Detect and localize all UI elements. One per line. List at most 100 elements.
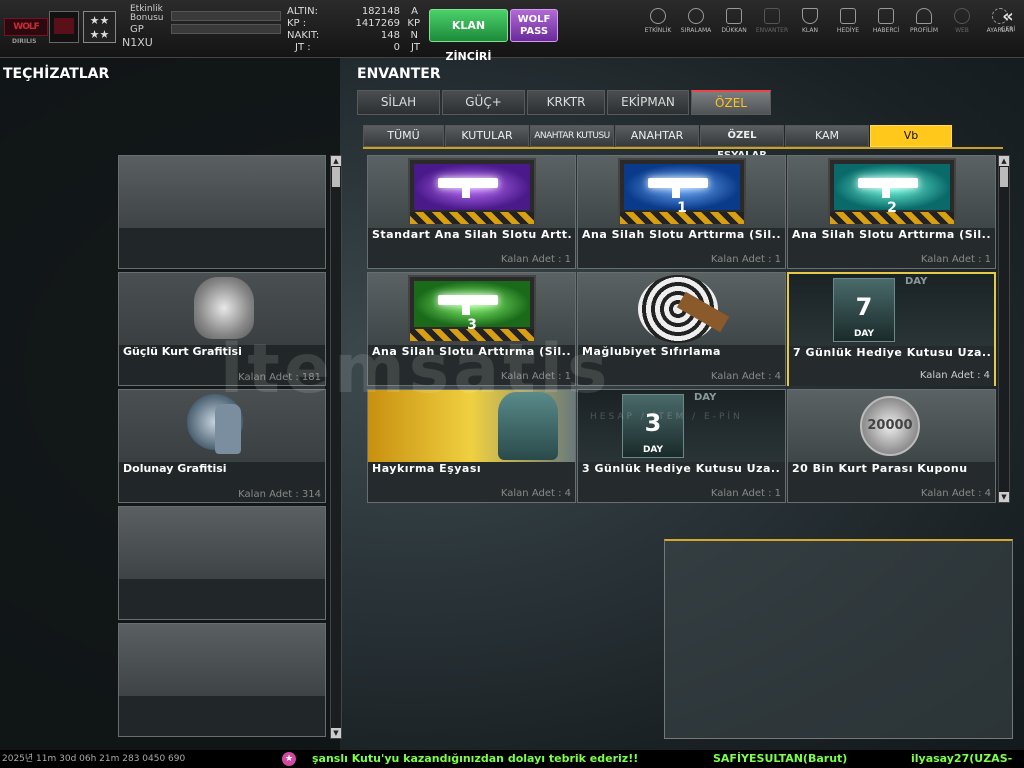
currency-value: 1417269 — [355, 18, 400, 29]
inventory-scrollbar[interactable]: ▲ ▼ — [998, 155, 1010, 503]
ticker-timestamp: 2025년 11m 30d 06h 21m 283 0450 690 — [2, 754, 186, 764]
wolf-pass-button[interactable]: WOLF PASS — [510, 9, 558, 42]
nav-profilim[interactable]: PROFİLİM — [906, 8, 942, 48]
nav-haberci[interactable]: HABERCİ — [868, 8, 904, 48]
item-image: 1 — [578, 156, 785, 228]
currency-value: 0 — [393, 42, 400, 53]
ticker-user: SAFİYESULTAN(Barut) — [713, 752, 848, 765]
equipment-slot[interactable]: Güçlü Kurt Grafitisi Kalan Adet : 181 — [118, 272, 326, 386]
equipment-slot[interactable] — [118, 506, 326, 620]
item-detail-panel — [664, 539, 1013, 739]
tab-label: EKİPMAN — [621, 95, 675, 109]
inventory-item[interactable]: 3 DAY DAY 3 Günlük Hediye Kutusu Uza... … — [577, 389, 786, 503]
inventory-item[interactable]: 1 Ana Silah Slotu Arttırma (Sil... Kalan… — [577, 155, 786, 269]
inventory-item[interactable]: Mağlubiyet Sıfırlama Kalan Adet : 4 — [577, 272, 786, 386]
medal-icon — [688, 8, 704, 24]
etkinlik-bonus-bar — [171, 11, 281, 21]
day-label: DAY — [642, 445, 664, 455]
inventory-item[interactable]: 20000 20 Bin Kurt Parası Kuponu Kalan Ad… — [787, 389, 996, 503]
scroll-down-icon[interactable]: ▼ — [999, 492, 1009, 502]
ticker-message: şanslı Kutu'yu kazandığınızdan dolayı te… — [312, 752, 639, 765]
subtab-ozel-esyalar[interactable]: ÖZEL EŞYALAR — [700, 125, 784, 161]
inventory-icon — [764, 8, 780, 24]
subtab-anahtar[interactable]: ANAHTAR — [615, 125, 699, 147]
scroll-thumb[interactable] — [1000, 167, 1008, 187]
gift-box-7-image: 7 DAY — [833, 278, 895, 342]
gp-bar — [171, 24, 281, 34]
nav-hediye[interactable]: HEDİYE — [830, 8, 866, 48]
nav-envanter[interactable]: ENVANTER — [754, 8, 790, 48]
inventory-item[interactable]: Standart Ana Silah Slotu Artt... Kalan A… — [367, 155, 576, 269]
subtab-vb[interactable]: Vb — [870, 125, 952, 147]
item-number: 7 — [855, 293, 873, 321]
slot-qty: Kalan Adet : 314 — [238, 489, 321, 500]
profile-icon — [916, 8, 932, 24]
news-ticker: 2025년 11m 30d 06h 21m 283 0450 690 ★ şan… — [0, 750, 1024, 768]
nav-siralama[interactable]: SIRALAMA — [678, 8, 714, 48]
klan-zinciri-button[interactable]: KLAN ZİNCİRİ — [429, 9, 508, 63]
rank-badge: ★★ ★★ — [83, 11, 116, 43]
currency-panel: ALTIN: 182148 A KP : 1417269 KP NAKIT: 148 N J… — [287, 6, 422, 54]
nav-klan[interactable]: KLAN — [792, 8, 828, 48]
scroll-up-icon[interactable]: ▲ — [331, 156, 341, 166]
item-image — [368, 390, 575, 462]
scroll-up-icon[interactable]: ▲ — [999, 156, 1009, 166]
item-name: Ana Silah Slotu Arttırma (Sil... — [372, 345, 571, 358]
tab-guc[interactable]: GÜÇ+ — [442, 90, 525, 115]
clan-emblem[interactable] — [49, 11, 79, 43]
techizatlar-title: TEÇHİZATLAR — [3, 66, 110, 82]
scroll-down-icon[interactable]: ▼ — [331, 728, 341, 738]
item-name: 20 Bin Kurt Parası Kuponu — [792, 462, 968, 475]
nav-etkinlik[interactable]: ETKİNLİK — [640, 8, 676, 48]
subtab-kam[interactable]: KAM — [785, 125, 869, 147]
currency-unit: JT — [410, 42, 420, 53]
stopwatch-icon — [650, 8, 666, 24]
item-image: 3 DAY DAY — [578, 390, 785, 462]
inventory-item[interactable]: Haykırma Eşyası Kalan Adet : 4 — [367, 389, 576, 503]
klan-zinciri-label: KLAN ZİNCİRİ — [445, 19, 492, 63]
inventory-item[interactable]: 2 Ana Silah Slotu Arttırma (Sil... Kalan… — [787, 155, 996, 269]
currency-label: JT : — [295, 42, 311, 53]
equipment-slot[interactable] — [118, 155, 326, 269]
inventory-item[interactable]: 3 Ana Silah Slotu Arttırma (Sil... Kalan… — [367, 272, 576, 386]
rifle-slot-image: 3 — [408, 275, 536, 343]
wolf-graffiti-image — [119, 273, 325, 345]
geri-label: GERİ — [1000, 26, 1016, 33]
item-qty: Kalan Adet : 1 — [710, 488, 781, 499]
coin-icon: 20000 — [860, 396, 920, 456]
nav-label: KLAN — [801, 27, 818, 34]
item-image: 2 — [788, 156, 995, 228]
item-name: Ana Silah Slotu Arttırma (Sil... — [582, 228, 781, 241]
nav-dukkan[interactable]: DÜKKAN — [716, 8, 752, 48]
item-qty: Kalan Adet : 4 — [710, 371, 781, 382]
scroll-thumb[interactable] — [332, 167, 340, 187]
tab-ekipman[interactable]: EKİPMAN — [607, 90, 689, 115]
subtab-kutular[interactable]: KUTULAR — [445, 125, 529, 147]
item-image: 20000 — [788, 390, 995, 462]
game-logo: WOLF DIRILIS — [4, 10, 48, 46]
subtab-tumu[interactable]: TÜMÜ — [363, 125, 444, 147]
inventory-item-selected[interactable]: 7 DAY DAY 7 Günlük Hediye Kutusu Uza... … — [787, 272, 996, 386]
cart-icon — [726, 8, 742, 24]
item-name: 3 Günlük Hediye Kutusu Uza... — [582, 462, 781, 475]
subtab-label: ANAHTAR KUTUSU — [534, 131, 610, 141]
equipment-slot[interactable]: Dolunay Grafitisi Kalan Adet : 314 — [118, 389, 326, 503]
tab-silah[interactable]: SİLAH — [357, 90, 440, 115]
username: N1XU — [122, 36, 153, 49]
subtab-anahtar-kutusu[interactable]: ANAHTAR KUTUSU — [530, 125, 614, 147]
nav-web[interactable]: WEB — [944, 8, 980, 48]
equipment-slot[interactable] — [118, 623, 326, 737]
left-scrollbar[interactable]: ▲ ▼ — [330, 155, 342, 739]
double-chevron-left-icon: « — [1002, 6, 1014, 27]
slot-name: Dolunay Grafitisi — [123, 462, 227, 475]
day-label: DAY — [853, 329, 875, 339]
envanter-title: ENVANTER — [357, 66, 441, 82]
star-icon: ★ — [282, 752, 296, 766]
currency-label: NAKIT: — [287, 30, 320, 41]
day-label-bg: DAY — [694, 392, 717, 403]
tab-ozel[interactable]: ÖZEL — [691, 90, 771, 115]
item-image: 3 — [368, 273, 575, 345]
geri-button[interactable]: «GERİ — [996, 6, 1020, 34]
currency-unit: A — [411, 6, 418, 17]
tab-krktr[interactable]: KRKTR — [527, 90, 605, 115]
